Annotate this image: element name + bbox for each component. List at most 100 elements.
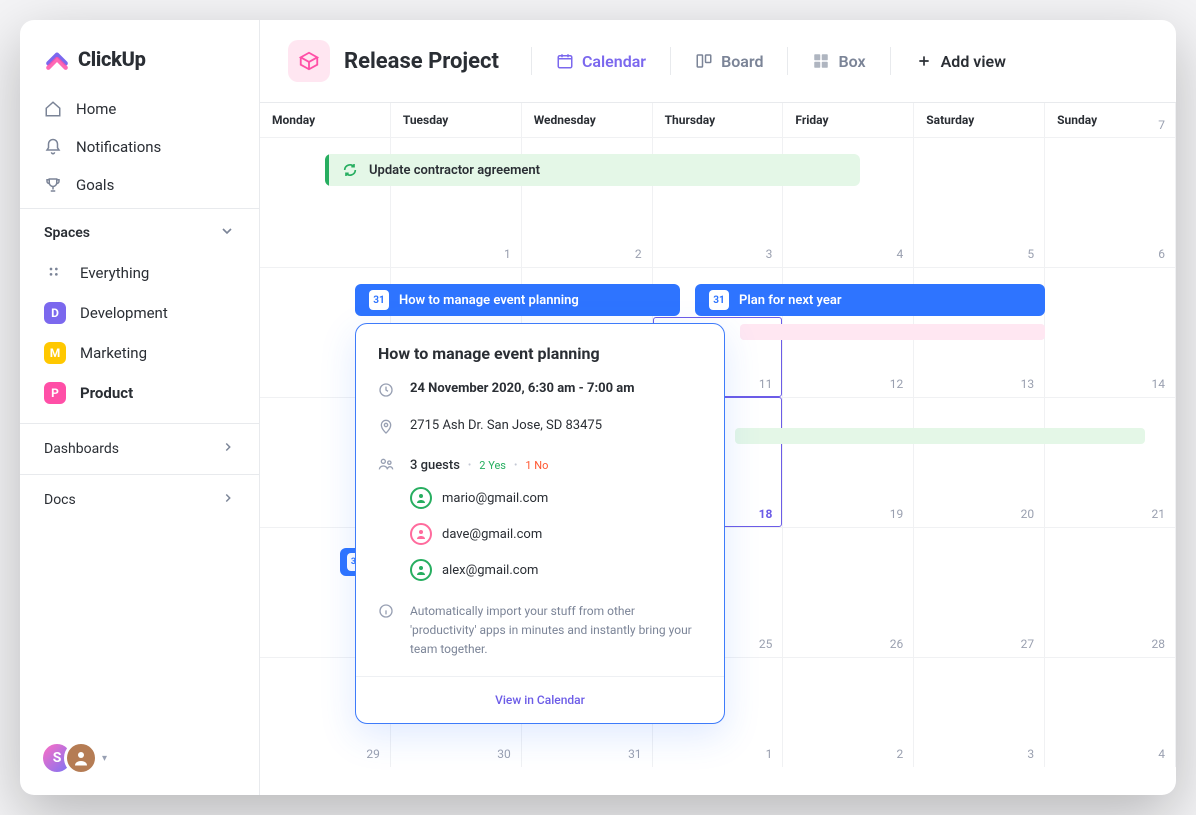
day-cell[interactable]: 21 [1045,398,1176,527]
day-cell[interactable]: 28 [1045,528,1176,657]
day-number: 12 [890,377,904,391]
day-number: 20 [1021,507,1035,521]
nav-label: Home [76,100,116,118]
day-cell[interactable]: 19 [783,398,914,527]
space-badge: P [44,382,66,404]
guests-count: 3 guests [410,458,460,473]
home-icon [44,100,62,118]
day-number: 6 [1158,247,1165,261]
nav-home[interactable]: Home [30,90,249,128]
day-cell[interactable]: 5 [914,138,1045,267]
event-next-year[interactable]: 31 Plan for next year [695,284,1045,316]
day-cell[interactable]: 26 [783,528,914,657]
trophy-icon [44,176,62,194]
day-cell[interactable]: 6 [1045,138,1176,267]
weekday: Thursday [653,103,784,137]
day-number: 7 [1158,118,1165,132]
day-cell[interactable]: 20 [914,398,1045,527]
avatar [64,741,98,775]
popover-description: Automatically import your stuff from oth… [410,602,702,660]
day-cell[interactable]: 2 [783,658,914,767]
nav-docs[interactable]: Docs [20,474,259,525]
day-number: 25 [759,637,773,651]
day-number: 2 [635,247,642,261]
space-marketing[interactable]: M Marketing [20,333,259,373]
sidebar: ClickUp Home Notifications Goals [20,20,260,795]
view-tab-board[interactable]: Board [693,48,765,75]
info-icon [378,602,394,660]
day-number: 27 [1021,637,1035,651]
day-cell[interactable]: 4 [1045,658,1176,767]
day-number: 4 [1158,747,1165,761]
section-label: Dashboards [44,441,119,457]
guest-email: mario@gmail.com [442,491,548,506]
add-view-button[interactable]: Add view [913,48,1008,75]
dot-separator: • [514,460,517,471]
space-label: Everything [80,264,149,282]
day-number: 14 [1152,377,1166,391]
weekday: Tuesday [391,103,522,137]
project-icon [288,40,330,82]
person-icon [410,559,432,581]
day-number: 5 [1027,247,1034,261]
divider [670,47,671,75]
add-view-label: Add view [941,52,1006,71]
day-cell[interactable]: 27 [914,528,1045,657]
refresh-icon [341,161,359,179]
plus-icon [915,52,933,70]
clock-icon [378,381,394,402]
day-number: 29 [366,747,380,761]
space-product[interactable]: P Product [20,373,259,413]
topbar: Release Project Calendar Board [260,20,1176,103]
view-tab-calendar[interactable]: Calendar [554,48,648,75]
event-title: Plan for next year [739,293,842,308]
event-bar[interactable] [740,324,1045,340]
space-badge: D [44,302,66,324]
board-icon [695,52,713,70]
nav-dashboards[interactable]: Dashboards [20,423,259,474]
event-contractor[interactable]: Update contractor agreement [325,154,860,186]
space-label: Development [80,304,168,322]
view-label: Board [721,52,763,71]
day-number: 3 [1027,747,1034,761]
weekday: Sunday [1045,103,1176,137]
popover-title: How to manage event planning [378,344,702,363]
spaces-header[interactable]: Spaces [20,208,259,253]
dot-separator: • [468,460,471,471]
space-badge: M [44,342,66,364]
event-bar[interactable] [735,428,1145,444]
space-everything[interactable]: Everything [20,253,259,293]
popover-location-row: 2715 Ash Dr. San Jose, SD 83475 [378,418,702,439]
view-tab-box[interactable]: Box [810,48,867,75]
nav-notifications[interactable]: Notifications [30,128,249,166]
people-icon [378,455,394,476]
guest-item[interactable]: alex@gmail.com [410,552,702,588]
person-icon [410,523,432,545]
space-development[interactable]: D Development [20,293,259,333]
event-popover: How to manage event planning 24 November… [355,323,725,724]
divider [531,47,532,75]
divider [890,47,891,75]
box-icon [812,52,830,70]
bell-icon [44,138,62,156]
calendar-view: Monday Tuesday Wednesday Thursday Friday… [260,103,1176,795]
calendar-badge-icon: 31 [709,290,729,310]
guest-item[interactable]: dave@gmail.com [410,516,702,552]
guests-yes: 2 Yes [479,459,506,472]
guest-item[interactable]: mario@gmail.com [410,480,702,516]
day-number: 21 [1152,507,1166,521]
week-row: 1 2 3 4 5 6 7 Update contractor agreemen… [260,137,1176,267]
weekday-header: Monday Tuesday Wednesday Thursday Friday… [260,103,1176,137]
day-cell[interactable]: 14 [1045,268,1176,397]
day-cell[interactable]: 3 [914,658,1045,767]
brand-logo[interactable]: ClickUp [20,20,259,86]
user-menu[interactable]: S ▾ [40,741,107,775]
location-icon [378,418,394,439]
calendar-icon [556,52,574,70]
nav-goals[interactable]: Goals [30,166,249,204]
event-planning[interactable]: 31 How to manage event planning [355,284,680,316]
view-in-calendar-link[interactable]: View in Calendar [356,676,724,723]
guests-no: 1 No [525,459,548,472]
nav-label: Goals [76,176,114,194]
section-label: Spaces [44,225,90,241]
